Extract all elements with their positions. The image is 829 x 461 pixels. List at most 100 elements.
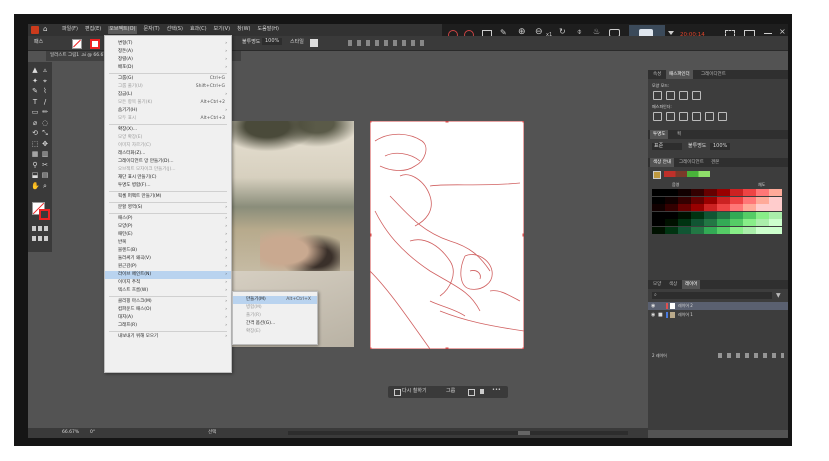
recolor-icon[interactable] xyxy=(394,389,401,396)
blend-mode-select[interactable]: 표준 xyxy=(652,143,682,150)
menu-item[interactable]: 정렬(A) › xyxy=(105,56,231,64)
menu-item[interactable]: 대지(A) › xyxy=(105,314,231,322)
menu-item[interactable]: 배포(D) › xyxy=(105,64,231,72)
color-swatch[interactable] xyxy=(717,189,730,196)
tab-swatches[interactable]: 견본 xyxy=(708,158,722,167)
menu-item[interactable]: 변형(T) › xyxy=(105,40,231,48)
color-swatch[interactable] xyxy=(730,189,743,196)
transparency-opacity-value[interactable]: 100% xyxy=(710,143,731,150)
menu-item[interactable]: 그레이디언트 망 만들기(D)... xyxy=(105,158,231,166)
menu-item[interactable]: 원근감(P) › xyxy=(105,263,231,271)
color-swatch[interactable] xyxy=(665,204,678,211)
harmony-strip[interactable] xyxy=(664,171,710,177)
fire-icon[interactable]: ♨ xyxy=(593,27,600,36)
color-swatch[interactable] xyxy=(756,219,769,226)
recolor-button[interactable]: 다시 칠하기 xyxy=(402,388,427,395)
color-swatch[interactable] xyxy=(678,219,691,226)
tab-pathfinder[interactable]: 패스파인더 xyxy=(666,70,693,79)
menu-item[interactable]: 파일(F) xyxy=(62,26,78,34)
layer-row-2[interactable]: ◉ 레이어 2 xyxy=(648,302,788,310)
base-color-swatch[interactable] xyxy=(653,171,661,179)
menu-item[interactable]: 오브젝트(O) xyxy=(108,26,137,34)
scissors-tool-icon[interactable]: ✂ xyxy=(41,161,49,169)
webcam-dropdown-icon[interactable] xyxy=(668,31,674,35)
color-swatch[interactable] xyxy=(756,226,769,234)
color-swatch[interactable] xyxy=(652,226,665,234)
color-swatch[interactable] xyxy=(665,211,678,219)
color-swatch[interactable] xyxy=(678,189,691,196)
color-swatch[interactable] xyxy=(652,189,665,196)
color-swatch[interactable] xyxy=(769,204,782,211)
color-swatch[interactable] xyxy=(769,211,782,219)
menu-item[interactable]: 확장(X)... xyxy=(105,126,231,134)
blob-brush-tool-icon[interactable]: ⌀ xyxy=(31,119,39,127)
divide-icon[interactable] xyxy=(653,112,662,121)
color-swatch[interactable] xyxy=(652,211,665,219)
trim-icon[interactable] xyxy=(666,112,675,121)
menu-item[interactable]: 반복 › xyxy=(105,239,231,247)
direct-selection-tool-icon[interactable]: ▵ xyxy=(41,66,49,74)
menu-item[interactable]: 만들기(M) Alt+Ctrl+X xyxy=(233,296,317,304)
color-swatch[interactable] xyxy=(665,189,678,196)
merge-icon[interactable] xyxy=(679,112,688,121)
color-swatch[interactable] xyxy=(717,196,730,204)
menu-item[interactable]: 보기(V) xyxy=(214,26,231,34)
minus-back-icon[interactable] xyxy=(718,112,727,121)
color-swatch[interactable] xyxy=(704,219,717,226)
color-swatch[interactable] xyxy=(678,211,691,219)
layers-search[interactable]: ⌕ xyxy=(652,292,772,299)
color-swatch[interactable] xyxy=(678,204,691,211)
menu-item[interactable]: 그래프(R) › xyxy=(105,322,231,330)
color-swatch[interactable] xyxy=(756,196,769,204)
opacity-value[interactable]: 100% xyxy=(262,38,283,45)
tab-color-guide[interactable]: 색상 안내 xyxy=(650,158,674,167)
free-transform-tool-icon[interactable]: ✥ xyxy=(41,140,49,148)
menu-item[interactable]: 이미지 추적 › xyxy=(105,279,231,287)
color-swatch[interactable] xyxy=(665,196,678,204)
menu-item[interactable]: 문자(T) xyxy=(144,26,160,34)
color-swatch[interactable] xyxy=(717,211,730,219)
color-swatch[interactable] xyxy=(743,211,756,219)
color-swatch[interactable] xyxy=(743,196,756,204)
eraser-tool-icon[interactable]: ◌ xyxy=(41,119,49,127)
line-art-artboard[interactable] xyxy=(370,121,524,349)
color-swatch[interactable] xyxy=(743,189,756,196)
menu-item[interactable]: 그룹(G) Ctrl+G xyxy=(105,75,231,83)
align-icons[interactable] xyxy=(348,40,428,46)
refresh-icon[interactable]: ↻ xyxy=(559,27,566,36)
draw-mode-icons[interactable] xyxy=(32,236,48,241)
minus-front-icon[interactable] xyxy=(666,91,675,100)
filter-icon[interactable]: ▼ xyxy=(776,292,781,299)
color-swatch[interactable] xyxy=(743,219,756,226)
color-swatch[interactable] xyxy=(730,204,743,211)
selection-tool-icon[interactable]: ▲ xyxy=(31,66,39,74)
color-swatch[interactable] xyxy=(717,226,730,234)
visibility-icon[interactable]: ◉ xyxy=(651,312,655,318)
lasso-tool-icon[interactable]: ⌖ xyxy=(41,77,49,85)
tab-gradient[interactable]: 그레이디언트 xyxy=(698,70,729,79)
menu-item[interactable]: 숨기기(H) › xyxy=(105,107,231,115)
color-swatch[interactable] xyxy=(691,196,704,204)
unite-icon[interactable] xyxy=(653,91,662,100)
blend-tool-icon[interactable]: ▤ xyxy=(41,171,49,179)
hand-tool-icon[interactable]: ✋ xyxy=(31,182,40,190)
color-swatch[interactable] xyxy=(756,189,769,196)
layer-name[interactable]: 레이어 2 xyxy=(678,302,693,309)
color-swatch[interactable] xyxy=(717,204,730,211)
fill-swatch[interactable] xyxy=(72,39,82,49)
tab-transparency[interactable]: 투명도 xyxy=(650,130,669,139)
tab-gradient-2[interactable]: 그레이디언트 xyxy=(676,158,707,167)
menu-item[interactable]: 정돈(A) › xyxy=(105,48,231,56)
color-swatch[interactable] xyxy=(769,226,782,234)
menu-item[interactable]: 블렌드(B) › xyxy=(105,247,231,255)
color-swatch[interactable] xyxy=(652,204,665,211)
exclude-icon[interactable] xyxy=(692,91,701,100)
color-swatch[interactable] xyxy=(665,219,678,226)
layer-actions[interactable] xyxy=(718,353,784,358)
menu-item[interactable]: 내보내기 위해 모으기 › xyxy=(105,333,231,341)
color-swatch[interactable] xyxy=(730,226,743,234)
color-swatch[interactable] xyxy=(743,204,756,211)
tab-color[interactable]: 색상 xyxy=(666,280,680,289)
menu-item[interactable]: 둘러싸기 왜곡(V) › xyxy=(105,255,231,263)
color-swatch[interactable] xyxy=(730,219,743,226)
